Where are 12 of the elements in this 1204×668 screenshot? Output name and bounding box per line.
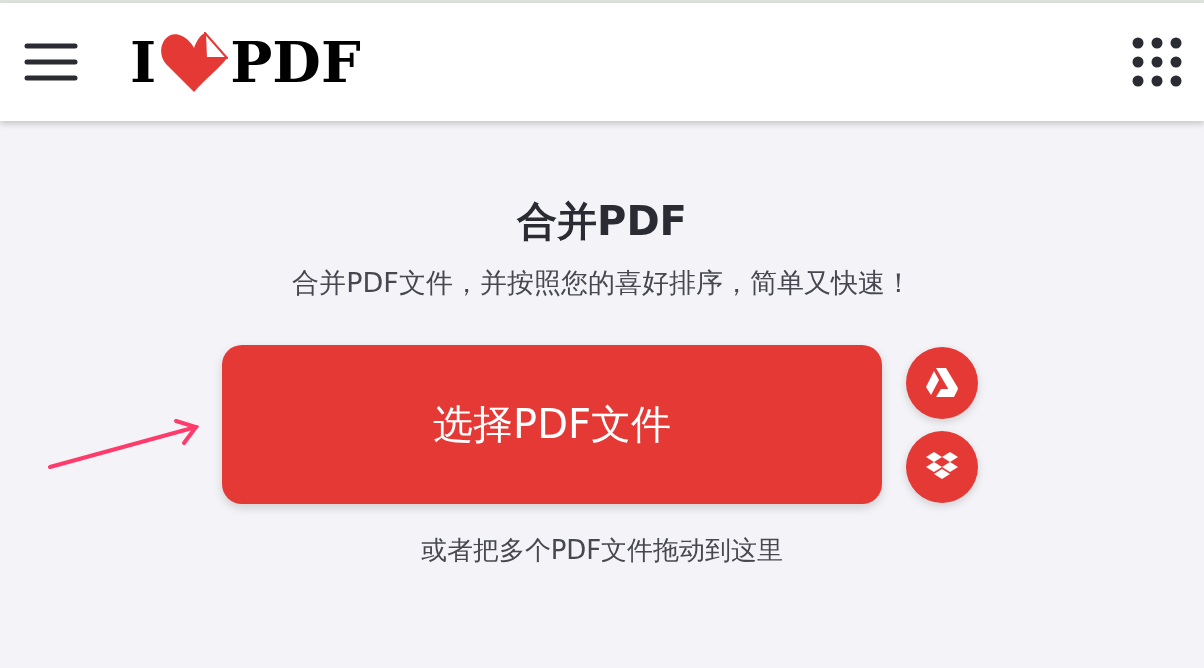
drive-button[interactable] <box>906 346 978 419</box>
drive-icon <box>924 366 960 399</box>
menu-icon[interactable] <box>24 42 78 82</box>
logo-text[interactable]: PDF <box>230 34 361 90</box>
dropbox-button[interactable] <box>906 430 978 503</box>
page-title: 合并PDF <box>517 197 687 246</box>
page-subtitle: 合并PDF文件，并按照您的喜好排序，简单又快速！ <box>292 266 912 300</box>
drop-hint: 或者把多个PDF文件拖动到这里 <box>420 534 784 567</box>
select-files-button[interactable]: 选择PDF文件 <box>222 345 882 504</box>
logo-text[interactable]: I <box>130 34 157 90</box>
heart-icon <box>160 32 229 92</box>
apps-grid-icon[interactable] <box>1132 37 1182 87</box>
